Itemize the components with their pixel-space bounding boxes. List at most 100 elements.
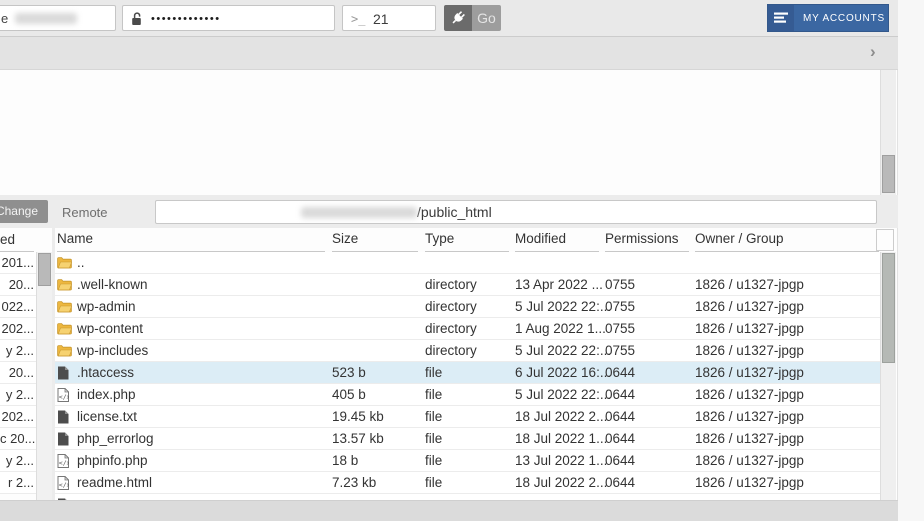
table-header-row: Name Size Type Modified Permissions Owne… [55, 228, 880, 252]
local-row[interactable]: c 20... [0, 428, 36, 450]
header-owner-group[interactable]: Owner / Group [695, 231, 879, 252]
local-row[interactable]: 20... [0, 274, 36, 296]
local-row[interactable]: 201... [0, 252, 36, 274]
table-row[interactable]: wp-admin directory 5 Jul 2022 22:... 075… [55, 296, 880, 318]
file-modified: 13 Jul 2022 1... [515, 453, 608, 468]
table-row[interactable]: php_errorlog 13.57 kb file 18 Jul 2022 1… [55, 428, 880, 450]
local-row[interactable]: y 2... [0, 340, 36, 362]
local-modified-column-header[interactable]: ed [0, 228, 36, 252]
remote-scrollbar-track[interactable] [880, 252, 896, 500]
remote-scrollbar-thumb[interactable] [882, 253, 895, 363]
host-value-fragment: e [1, 11, 9, 26]
file-name: index.php [77, 387, 136, 402]
host-input[interactable]: e [0, 5, 116, 31]
local-row[interactable]: 20... [0, 362, 36, 384]
port-input[interactable]: >_ 21 [342, 5, 436, 31]
remote-path-input[interactable]: /public_html [155, 200, 877, 224]
table-row[interactable]: .. [55, 252, 880, 274]
upper-scrollbar-thumb[interactable] [882, 155, 895, 193]
file-modified: 5 Jul 2022 22:... [515, 299, 612, 314]
local-scrollbar-thumb[interactable] [38, 253, 51, 286]
local-row[interactable]: y 2... [0, 384, 36, 406]
file-modified: 18 Jul 2022 1... [515, 431, 608, 446]
file-size: 18 b [332, 453, 359, 468]
secondary-toolbar-band: › [0, 37, 898, 70]
file-name: phpinfo.php [77, 453, 148, 468]
file-owner-group: 1826 / u1327-jpgp [695, 299, 804, 314]
local-row[interactable]: y 2... [0, 450, 36, 472]
file-dark-icon [57, 366, 69, 383]
table-row[interactable]: </> phpinfo.php 18 b file 13 Jul 2022 1.… [55, 450, 880, 472]
file-permissions: 0644 [605, 387, 636, 402]
file-permissions: 0644 [605, 431, 636, 446]
file-permissions: 0644 [605, 409, 636, 424]
file-permissions: 0755 [605, 277, 636, 292]
remote-label: Remote [62, 205, 108, 220]
local-scrollbar-track[interactable] [36, 252, 52, 500]
file-modified: 18 Jul 2022 2... [515, 475, 608, 490]
file-permissions: 0755 [605, 321, 636, 336]
svg-text:</>: </> [59, 393, 69, 401]
connect-go-button[interactable]: Go [444, 5, 501, 31]
file-type: file [425, 475, 443, 490]
file-owner-group: 1826 / u1327-jpgp [695, 453, 804, 468]
terminal-prompt-icon: >_ [351, 12, 366, 26]
my-accounts-button[interactable]: MY ACCOUNTS [767, 4, 889, 32]
file-name: .well-known [77, 277, 148, 292]
file-size: 523 b [332, 365, 366, 380]
header-type[interactable]: Type [425, 231, 509, 252]
file-type: file [425, 431, 443, 446]
file-name: wp-includes [77, 343, 149, 358]
header-name[interactable]: Name [57, 231, 325, 252]
change-button[interactable]: Change [0, 200, 48, 223]
local-row[interactable]: 202... [0, 318, 36, 340]
remote-path-bar: Change Remote /public_html [0, 195, 898, 228]
table-row[interactable]: </> readme.html 7.23 kb file 18 Jul 2022… [55, 472, 880, 494]
file-permissions: 0755 [605, 343, 636, 358]
file-permissions: 0644 [605, 475, 636, 490]
file-size: 13.57 kb [332, 431, 384, 446]
local-header-fragment: ed [0, 232, 16, 247]
local-row[interactable]: r 2... [0, 472, 36, 494]
table-row[interactable]: wp-content directory 1 Aug 2022 1... 075… [55, 318, 880, 340]
upper-scrollbar-track[interactable] [880, 70, 896, 195]
file-name: .. [77, 255, 85, 270]
file-code-icon: </> [57, 387, 71, 405]
local-row[interactable]: 022... [0, 296, 36, 318]
file-type: file [425, 409, 443, 424]
file-permissions: 0644 [605, 365, 636, 380]
table-row[interactable]: .htaccess 523 b file 6 Jul 2022 16:... 0… [55, 362, 880, 384]
file-permissions: 0644 [605, 453, 636, 468]
file-size: 19.45 kb [332, 409, 384, 424]
remote-file-table: Name Size Type Modified Permissions Owne… [55, 228, 880, 500]
file-type: directory [425, 277, 477, 292]
password-input[interactable]: ••••••••••••• [122, 5, 335, 31]
table-body: .. .well-known directory 13 Apr 2022 ...… [55, 252, 880, 500]
redacted-path-segment [301, 206, 417, 218]
file-modified: 5 Jul 2022 22:... [515, 343, 612, 358]
file-code-icon: </> [57, 475, 71, 493]
file-name: wp-content [77, 321, 144, 336]
table-row[interactable]: .well-known directory 13 Apr 2022 ... 07… [55, 274, 880, 296]
port-value: 21 [373, 11, 389, 27]
chevron-right-icon[interactable]: › [870, 42, 876, 62]
remote-path-suffix: /public_html [417, 204, 492, 220]
file-type: directory [425, 299, 477, 314]
header-modified[interactable]: Modified [515, 231, 599, 252]
connection-toolbar: e ••••••••••••• >_ 21 Go MY ACCOUNTS [0, 0, 898, 37]
file-modified: 6 Jul 2022 16:... [515, 365, 612, 380]
file-type: file [425, 453, 443, 468]
go-button-label: Go [472, 5, 501, 31]
ftp-client-window: e ••••••••••••• >_ 21 Go MY ACCOUNTS › C… [0, 0, 898, 521]
table-row[interactable]: wp-includes directory 5 Jul 2022 22:... … [55, 340, 880, 362]
file-type: directory [425, 321, 477, 336]
file-modified: 18 Jul 2022 2... [515, 409, 608, 424]
table-row[interactable]: </> index.php 405 b file 5 Jul 2022 22:.… [55, 384, 880, 406]
table-row[interactable]: license.txt 19.45 kb file 18 Jul 2022 2.… [55, 406, 880, 428]
svg-text:</>: </> [59, 459, 69, 467]
local-row[interactable]: 202... [0, 406, 36, 428]
header-size[interactable]: Size [332, 231, 418, 252]
file-name: wp-admin [77, 299, 136, 314]
header-permissions[interactable]: Permissions [605, 231, 689, 252]
file-modified: 1 Aug 2022 1... [515, 321, 606, 336]
